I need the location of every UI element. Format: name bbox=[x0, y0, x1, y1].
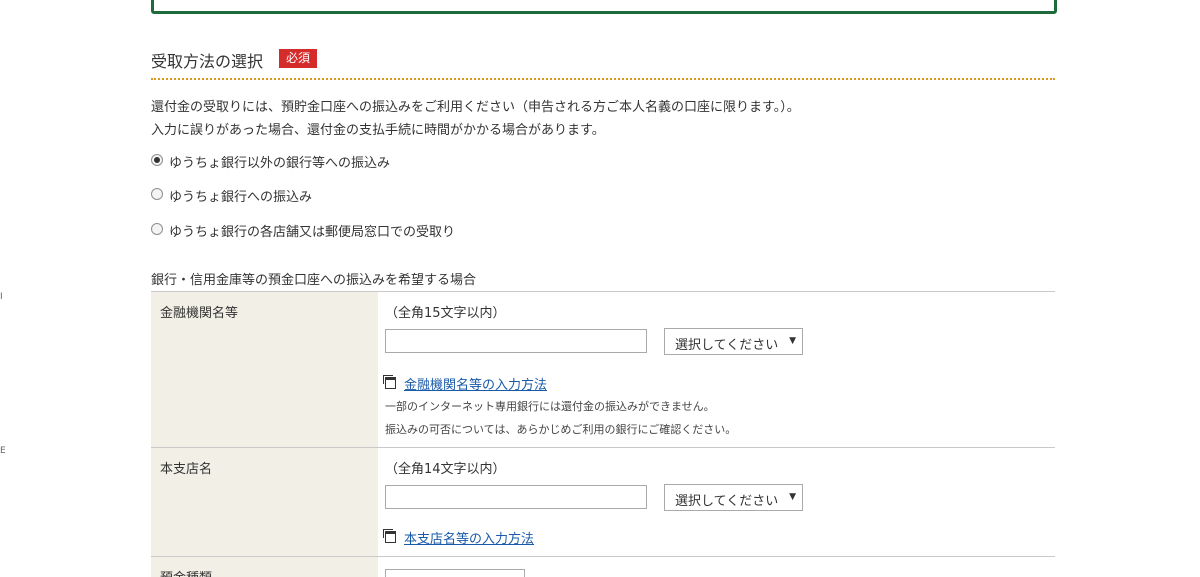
radio-button-icon[interactable] bbox=[151, 223, 163, 235]
form-value-cell bbox=[378, 557, 1055, 577]
form-value-cell: （全角14文字以内） 選択してください ▼ 本支店名等の入力方法 bbox=[378, 448, 1055, 556]
dropdown-arrow-icon[interactable]: ▼ bbox=[789, 492, 796, 502]
radio-button-icon[interactable] bbox=[151, 188, 163, 200]
radio-label[interactable]: ゆうちょ銀行以外の銀行等への振込み bbox=[169, 152, 390, 171]
form-value-cell: （全角15文字以内） 選択してください ▼ 金融機関名等の入力方法 一部のインタ… bbox=[378, 292, 1055, 447]
radio-label[interactable]: ゆうちょ銀行への振込み bbox=[169, 186, 312, 205]
institution-select[interactable]: 選択してください ▼ bbox=[664, 328, 803, 355]
form-row-branch: 本支店名 （全角14文字以内） 選択してください ▼ 本支店名等の入力方法 bbox=[151, 448, 1055, 557]
branch-label: 本支店名 bbox=[160, 462, 213, 477]
new-window-icon bbox=[383, 375, 396, 389]
required-badge: 必須 bbox=[279, 49, 318, 68]
section-title: 受取方法の選択 bbox=[151, 52, 264, 71]
branch-select-value[interactable]: 選択してください bbox=[675, 490, 778, 509]
new-window-icon bbox=[383, 529, 396, 543]
form-label-cell: 預金種類 bbox=[151, 557, 378, 577]
institution-select-value[interactable]: 選択してください bbox=[675, 334, 778, 353]
bank-transfer-form: 金融機関名等 （全角15文字以内） 選択してください ▼ 金融機関名等の入力方法… bbox=[151, 291, 1055, 577]
institution-note-2: 振込みの可否については、あらかじめご利用の銀行にご確認ください。 bbox=[385, 423, 737, 436]
edge-mark: E bbox=[0, 446, 6, 456]
previous-section-frame bbox=[151, 0, 1057, 14]
branch-select[interactable]: 選択してください ▼ bbox=[664, 484, 803, 511]
form-row-institution: 金融機関名等 （全角15文字以内） 選択してください ▼ 金融機関名等の入力方法… bbox=[151, 292, 1055, 448]
institution-label: 金融機関名等 bbox=[160, 306, 239, 321]
institution-note-1: 一部のインターネット専用銀行には還付金の振込みができません。 bbox=[385, 400, 715, 413]
radio-button-selected-icon[interactable] bbox=[151, 154, 163, 166]
edge-mark: I bbox=[0, 292, 3, 302]
radio-label[interactable]: ゆうちょ銀行の各店舗又は郵便局窓口での受取り bbox=[169, 221, 455, 240]
deposit-type-select[interactable] bbox=[385, 569, 525, 577]
institution-help-link[interactable]: 金融機関名等の入力方法 bbox=[404, 374, 547, 393]
branch-hint: （全角14文字以内） bbox=[385, 462, 506, 477]
form-row-deposit-type: 預金種類 bbox=[151, 557, 1055, 577]
institution-name-input[interactable] bbox=[385, 329, 647, 353]
dropdown-arrow-icon[interactable]: ▼ bbox=[789, 336, 796, 346]
branch-help-link[interactable]: 本支店名等の入力方法 bbox=[404, 528, 534, 547]
deposit-type-label: 預金種類 bbox=[160, 567, 212, 577]
page: I E 受取方法の選択 必須 還付金の受取りには、預貯金口座への振込みをご利用く… bbox=[0, 0, 1200, 577]
intro-text-2: 入力に誤りがあった場合、還付金の支払手続に時間がかかる場合があります。 bbox=[151, 123, 605, 138]
section-header: 受取方法の選択 必須 bbox=[151, 48, 1055, 80]
branch-name-input[interactable] bbox=[385, 485, 647, 509]
bank-transfer-title: 銀行・信用金庫等の預金口座への振込みを希望する場合 bbox=[151, 273, 477, 288]
form-label-cell: 金融機関名等 bbox=[151, 292, 378, 447]
institution-hint: （全角15文字以内） bbox=[385, 306, 506, 321]
form-label-cell: 本支店名 bbox=[151, 448, 378, 556]
intro-text-1: 還付金の受取りには、預貯金口座への振込みをご利用ください（申告される方ご本人名義… bbox=[151, 100, 800, 115]
